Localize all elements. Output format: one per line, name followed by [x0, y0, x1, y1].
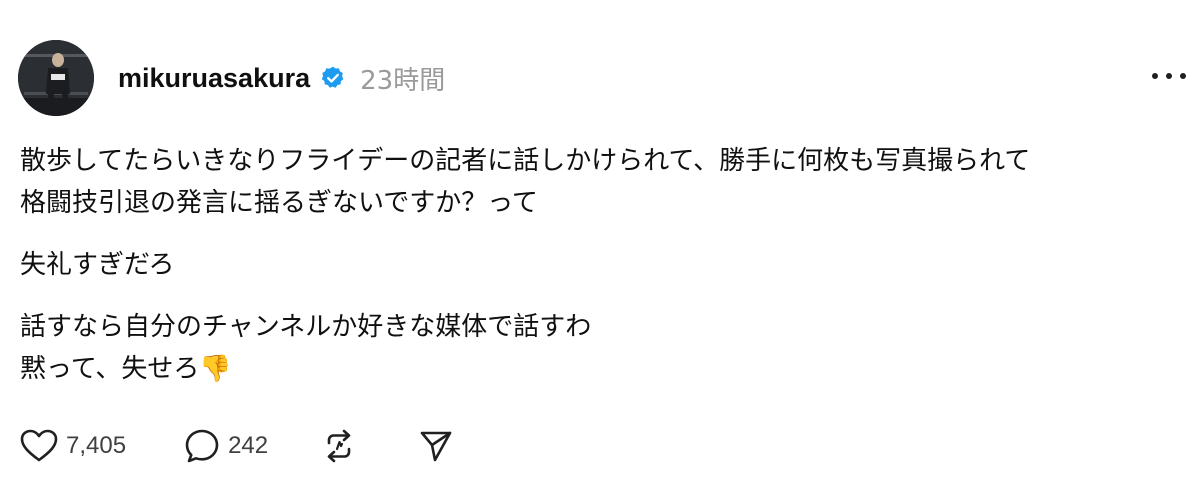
like-button[interactable]: 7,405 [20, 429, 126, 463]
share-button[interactable] [418, 428, 454, 464]
post-paragraph: 散歩してたらいきなりフライデーの記者に話しかけられて、勝手に何枚も写真撮られて … [20, 140, 1140, 224]
like-count: 7,405 [66, 432, 127, 459]
post-text-line: 散歩してたらいきなりフライデーの記者に話しかけられて、勝手に何枚も写真撮られて [20, 146, 1031, 176]
post-paragraph: 話すなら自分のチャンネルか好きな媒体で話すわ 黙って、失せろ👎 [20, 306, 1140, 390]
verified-badge-icon [320, 65, 346, 91]
repost-button[interactable] [320, 428, 358, 464]
reply-button[interactable]: 242 [184, 428, 268, 464]
post-text-line: 失礼すぎだろ [20, 250, 175, 280]
post-text-line: 黙って、失せろ👎 [20, 354, 232, 384]
avatar-photo [18, 40, 94, 116]
post-header: mikuruasakura 23時間 [118, 58, 445, 98]
post-timestamp[interactable]: 23時間 [360, 60, 445, 97]
reply-count: 242 [228, 432, 269, 459]
post-actions: 7,405 242 [20, 424, 454, 468]
more-dot [1166, 73, 1172, 79]
post-paragraph: 失礼すぎだろ [20, 244, 1140, 286]
username[interactable]: mikuruasakura [118, 63, 310, 94]
post-text-line: 話すなら自分のチャンネルか好きな媒体で話すわ [20, 312, 592, 342]
post-body: 散歩してたらいきなりフライデーの記者に話しかけられて、勝手に何枚も写真撮られて … [20, 140, 1140, 410]
post-card: mikuruasakura 23時間 散歩してたらいきなりフライデーの記者に話し… [0, 0, 1200, 490]
send-icon [420, 431, 452, 462]
more-dot [1180, 73, 1186, 79]
post-text-line: 格闘技引退の発言に揺るぎないですか？って [20, 188, 538, 218]
more-dot [1152, 73, 1158, 79]
comment-bubble-icon [185, 429, 219, 463]
repost-icon [327, 429, 351, 463]
more-options-icon[interactable] [1152, 64, 1186, 88]
heart-icon [20, 429, 58, 462]
avatar[interactable] [18, 40, 94, 116]
